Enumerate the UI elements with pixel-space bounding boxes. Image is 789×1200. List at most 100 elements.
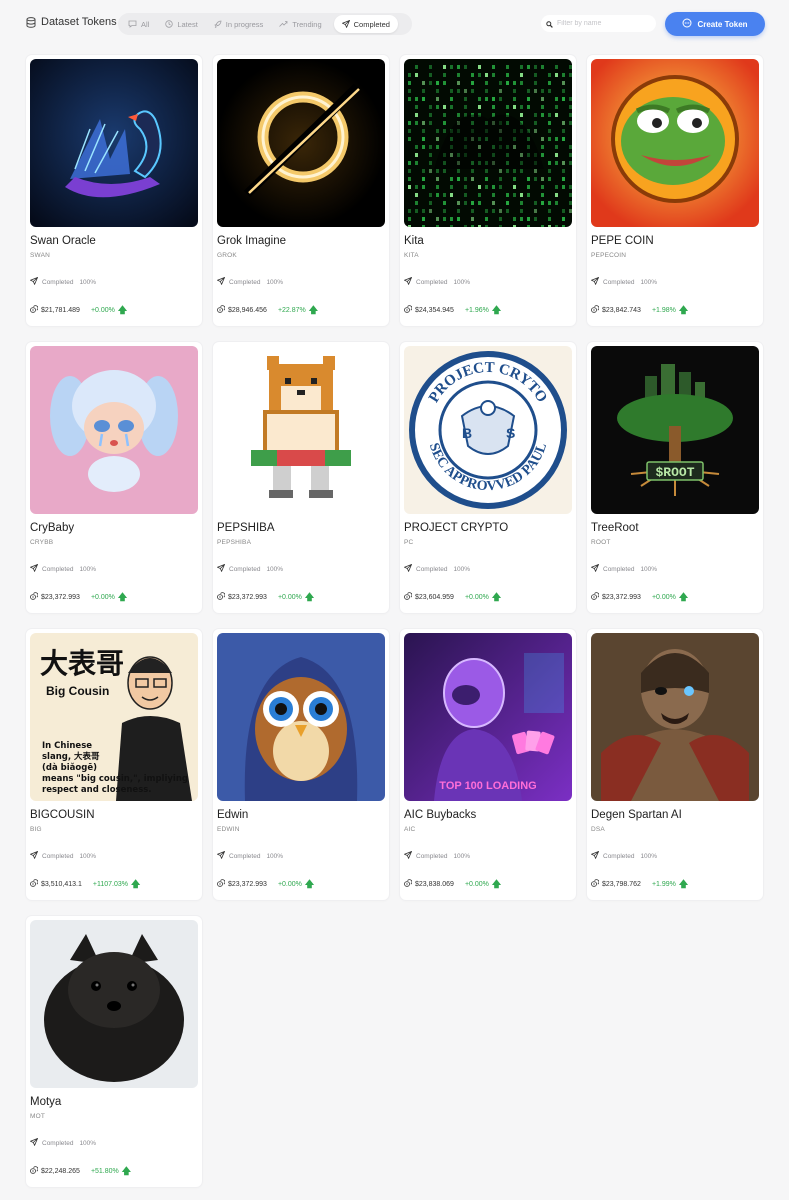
- token-ticker: PC: [404, 539, 414, 546]
- token-ticker: DSA: [591, 826, 605, 833]
- create-token-button[interactable]: Create Token: [665, 12, 765, 36]
- price-change: +0.00%: [277, 880, 302, 888]
- token-name: TreeRoot: [591, 522, 639, 534]
- coins-icon: [404, 879, 413, 889]
- token-card-pepshiba[interactable]: PEPSHIBA PEPSHIBA Completed 100% $23,372…: [213, 342, 389, 613]
- token-status: Completed 100%: [216, 563, 283, 574]
- svg-text:S: S: [506, 425, 515, 441]
- send-icon: [403, 276, 413, 287]
- status-label: Completed: [42, 1139, 74, 1147]
- arrow-up-icon: 🡅: [308, 304, 319, 315]
- token-image-big-cousin: 大表哥 Big Cousin In Chinese slang, 大表哥 (dà biǎ…: [30, 633, 198, 801]
- price-row: $28,946.456 +22.87% 🡅: [217, 305, 318, 315]
- filter-tabs: All Latest In progress Trending Complete…: [118, 13, 412, 35]
- token-image-black-pomeranian: [30, 920, 198, 1088]
- token-ticker: AIC: [404, 826, 416, 833]
- token-price: $23,372.993: [228, 593, 267, 601]
- progress-percent: 100%: [453, 852, 471, 860]
- coins-icon: [217, 305, 226, 315]
- arrow-up-icon: 🡅: [121, 1165, 132, 1176]
- token-price: $23,838.069: [415, 880, 454, 888]
- search-input[interactable]: [557, 20, 647, 27]
- token-card-root[interactable]: $ROOT TreeRoot ROOT Completed 100% $23,3…: [587, 342, 763, 613]
- token-ticker: BIG: [30, 826, 42, 833]
- price-change: +0.00%: [277, 593, 302, 601]
- database-icon: [26, 16, 36, 28]
- token-name: Degen Spartan AI: [591, 809, 682, 821]
- token-ticker: KITA: [404, 252, 419, 259]
- tab-completed[interactable]: Completed: [333, 15, 398, 33]
- token-price: $23,372.993: [602, 593, 641, 601]
- price-row: $3,510,413.1 +1107.03% 🡅: [30, 879, 140, 889]
- price-row: $24,354.945 +1.96% 🡅: [404, 305, 501, 315]
- arrow-up-icon: 🡅: [130, 878, 141, 889]
- status-label: Completed: [416, 278, 448, 286]
- tab-in-progress[interactable]: In progress: [206, 15, 272, 33]
- token-card-pc[interactable]: PROJECT CRYTO SEC APPROVVED PAUL B S PROJEC…: [400, 342, 576, 613]
- status-label: Completed: [603, 852, 635, 860]
- token-card-kita[interactable]: Kita KITA Completed 100% $24,354.945 +1.…: [400, 55, 576, 326]
- token-ticker: GROK: [217, 252, 237, 259]
- tab-trending[interactable]: Trending: [271, 15, 329, 33]
- token-card-mot[interactable]: Motya MOT Completed 100% $22,248.265 +51…: [26, 916, 202, 1187]
- rocket-icon: [214, 20, 222, 28]
- token-name: Kita: [404, 235, 424, 247]
- progress-percent: 100%: [453, 565, 471, 573]
- arrow-up-icon: 🡅: [678, 304, 689, 315]
- status-label: Completed: [42, 565, 74, 573]
- coins-icon: [217, 879, 226, 889]
- token-image-spartan-warrior: [591, 633, 759, 801]
- token-price: $3,510,413.1: [41, 880, 82, 888]
- clock-icon: [165, 20, 174, 28]
- token-grid: Swan Oracle SWAN Completed 100% $21,781.…: [26, 55, 763, 1187]
- status-label: Completed: [603, 565, 635, 573]
- token-name: Swan Oracle: [30, 235, 96, 247]
- svg-text:In Chinese: In Chinese: [42, 741, 92, 751]
- price-change: +0.00%: [90, 306, 115, 314]
- token-price: $24,354.945: [415, 306, 454, 314]
- token-card-aic[interactable]: TOP 100 LOADING AIC Buybacks AIC Complet…: [400, 629, 576, 900]
- price-change: +0.00%: [464, 880, 489, 888]
- token-card-crybb[interactable]: CryBaby CRYBB Completed 100% $23,372.993…: [26, 342, 202, 613]
- progress-percent: 100%: [266, 852, 284, 860]
- token-ticker: PEPECOIN: [591, 252, 627, 259]
- token-image-pepe-frog: [591, 59, 759, 227]
- token-price: $23,604.959: [415, 593, 454, 601]
- send-icon: [29, 276, 39, 287]
- token-price: $23,798.762: [602, 880, 641, 888]
- svg-text:respect and closeness.: respect and closeness.: [42, 785, 152, 795]
- token-status: Completed 100%: [29, 563, 96, 574]
- token-name: BIGCOUSIN: [30, 809, 95, 821]
- send-icon: [216, 563, 226, 574]
- price-row: $23,372.993 +0.00% 🡅: [591, 592, 688, 602]
- tab-latest[interactable]: Latest: [157, 15, 205, 33]
- svg-text:$ROOT: $ROOT: [655, 465, 694, 480]
- price-row: $22,248.265 +51.80% 🡅: [30, 1166, 131, 1176]
- svg-text:Big Cousin: Big Cousin: [46, 684, 109, 698]
- token-ticker: MOT: [30, 1113, 46, 1120]
- progress-percent: 100%: [640, 278, 658, 286]
- token-card-pepecoin[interactable]: PEPE COIN PEPECOIN Completed 100% $23,84…: [587, 55, 763, 326]
- price-row: $23,372.993 +0.00% 🡅: [217, 879, 314, 889]
- token-image-sec-seal: PROJECT CRYTO SEC APPROVVED PAUL B S: [404, 346, 572, 514]
- token-card-edwin[interactable]: Edwin EDWIN Completed 100% $23,372.993 +…: [213, 629, 389, 900]
- token-status: Completed 100%: [590, 850, 657, 861]
- token-name: Motya: [30, 1096, 62, 1108]
- top-bar: Dataset Tokens All Latest In progress Tr…: [0, 0, 789, 48]
- send-icon: [29, 1137, 39, 1148]
- price-row: $23,798.762 +1.99% 🡅: [591, 879, 688, 889]
- send-icon: [590, 563, 600, 574]
- token-card-big[interactable]: 大表哥 Big Cousin In Chinese slang, 大表哥 (dà biǎ…: [26, 629, 202, 900]
- arrow-up-icon: 🡅: [304, 878, 315, 889]
- brand: Dataset Tokens: [26, 16, 117, 28]
- send-icon: [590, 276, 600, 287]
- token-status: Completed 100%: [590, 563, 657, 574]
- svg-text:TOP 100 LOADING: TOP 100 LOADING: [439, 780, 536, 792]
- token-card-dsa[interactable]: Degen Spartan AI DSA Completed 100% $23,…: [587, 629, 763, 900]
- token-card-grok[interactable]: Grok Imagine GROK Completed 100% $28,946…: [213, 55, 389, 326]
- tab-all[interactable]: All: [120, 15, 157, 33]
- send-icon: [216, 276, 226, 287]
- send-icon: [590, 850, 600, 861]
- token-card-swan[interactable]: Swan Oracle SWAN Completed 100% $21,781.…: [26, 55, 202, 326]
- send-icon: [29, 563, 39, 574]
